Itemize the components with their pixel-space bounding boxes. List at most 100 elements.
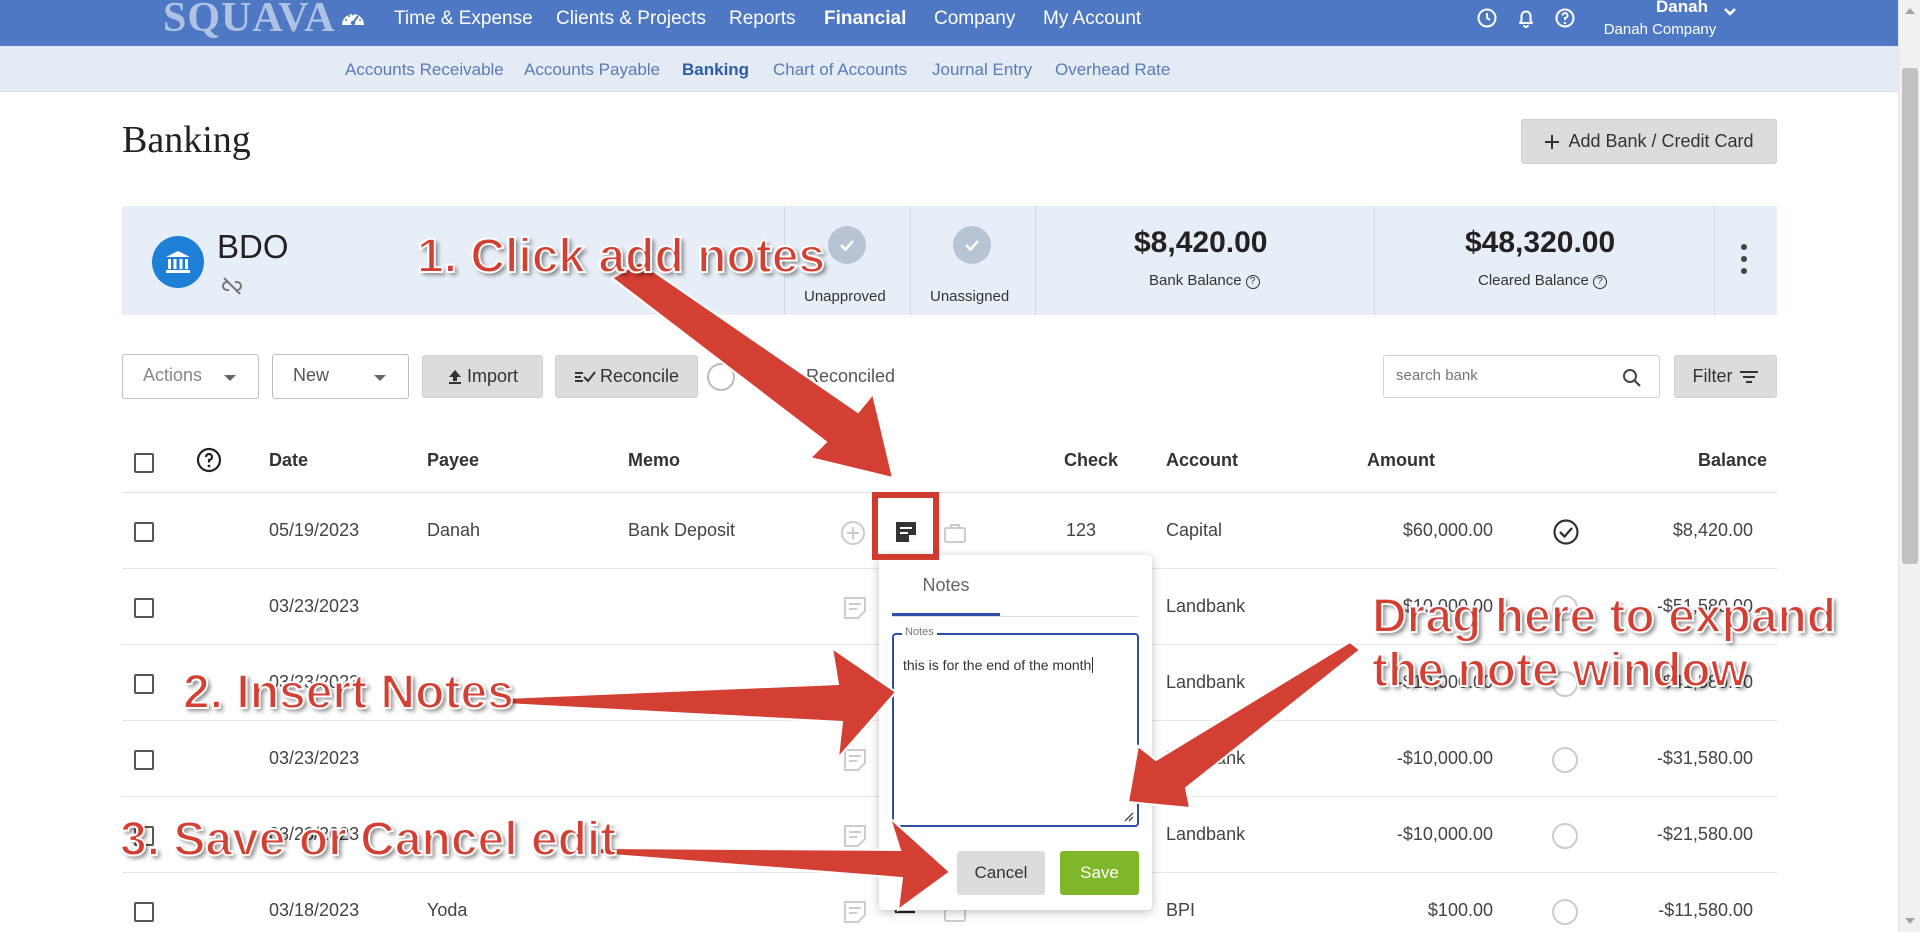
help-icon[interactable]: ? xyxy=(1245,275,1260,289)
help-icon[interactable]: ? xyxy=(1592,275,1607,289)
tab-divider xyxy=(892,616,1139,617)
briefcase-icon[interactable] xyxy=(942,520,968,546)
row-checkbox[interactable] xyxy=(134,902,154,922)
column-header-account[interactable]: Account xyxy=(1166,450,1238,471)
account-name: BDO xyxy=(217,228,289,265)
annotation-step-1: 1. Click add notes xyxy=(416,230,826,283)
page-scrollbar[interactable] xyxy=(1898,0,1920,932)
divider xyxy=(1035,206,1036,315)
subnav-accounts-receivable[interactable]: Accounts Receivable xyxy=(345,60,504,80)
column-header-memo[interactable]: Memo xyxy=(628,450,680,471)
subnav-overhead-rate[interactable]: Overhead Rate xyxy=(1055,60,1170,80)
scroll-thumb[interactable] xyxy=(1902,68,1918,564)
row-account: BPI xyxy=(1166,900,1196,920)
clock-icon[interactable] xyxy=(1476,7,1498,29)
new-dropdown[interactable]: New xyxy=(272,354,409,399)
row-balance: -$11,580.00 xyxy=(1658,900,1753,920)
row-memo: Bank Deposit xyxy=(628,520,736,540)
notes-icon[interactable] xyxy=(842,671,868,697)
actions-dropdown[interactable]: Actions xyxy=(122,354,259,399)
hide-reconciled-label: Hide Reconciled xyxy=(764,366,896,386)
filter-icon xyxy=(1739,370,1758,383)
row-account: Landbank xyxy=(1166,748,1246,768)
nav-reports[interactable]: Reports xyxy=(729,8,796,30)
unlink-icon[interactable] xyxy=(220,274,244,298)
row-date: 03/23/2023 xyxy=(269,748,360,768)
cleared-balance-value: $48,320.00 xyxy=(1465,226,1616,259)
notes-textarea[interactable]: Notes this is for the end of the month xyxy=(892,626,1139,827)
help-icon[interactable] xyxy=(196,447,222,473)
nav-time-expense[interactable]: Time & Expense xyxy=(394,8,533,30)
reconcile-button[interactable]: Reconcile xyxy=(555,355,698,398)
unassigned-label: Unassigned xyxy=(930,288,1010,305)
column-header-balance[interactable]: Balance xyxy=(1698,450,1767,471)
help-icon[interactable] xyxy=(1554,7,1576,29)
cleared-balance-label: Cleared Balance? xyxy=(1478,272,1607,289)
notes-icon[interactable] xyxy=(842,823,868,849)
column-header-check[interactable]: Check xyxy=(1064,450,1118,471)
row-date: 05/19/2023 xyxy=(269,520,360,540)
add-bank-credit-card-button[interactable]: Add Bank / Credit Card xyxy=(1521,119,1777,164)
nav-company[interactable]: Company xyxy=(934,8,1015,30)
notes-tab[interactable]: Notes xyxy=(892,575,1000,596)
caret-down-icon xyxy=(374,375,386,381)
bank-balance-label: Bank Balance? xyxy=(1149,272,1260,289)
select-all-checkbox[interactable] xyxy=(134,453,154,473)
import-button[interactable]: Import xyxy=(422,355,543,398)
dashboard-icon[interactable] xyxy=(340,7,366,29)
column-header-date[interactable]: Date xyxy=(269,450,308,471)
search-icon[interactable] xyxy=(1622,368,1642,388)
import-label: Import xyxy=(466,366,518,386)
search-input[interactable] xyxy=(1394,366,1614,385)
add-notes-highlight xyxy=(872,492,939,560)
unreconciled-circle-icon[interactable] xyxy=(1552,747,1578,773)
row-account: Landbank xyxy=(1166,596,1246,616)
add-circle-icon[interactable] xyxy=(840,520,866,546)
resize-handle-icon[interactable] xyxy=(1122,810,1134,822)
reconcile-label: Reconcile xyxy=(599,366,680,386)
scroll-up-arrow-icon[interactable] xyxy=(1905,8,1915,14)
subnav-journal-entry[interactable]: Journal Entry xyxy=(932,60,1032,80)
row-checkbox[interactable] xyxy=(134,674,154,694)
row-checkbox[interactable] xyxy=(134,522,154,542)
chevron-down-icon[interactable] xyxy=(1722,4,1738,20)
more-options-icon[interactable] xyxy=(1740,242,1748,276)
row-checkbox[interactable] xyxy=(134,750,154,770)
subnav-banking[interactable]: Banking xyxy=(682,60,749,80)
row-date: 03/18/2023 xyxy=(269,900,360,920)
row-amount: $100.00 xyxy=(1427,900,1493,920)
nav-financial[interactable]: Financial xyxy=(824,8,906,30)
filter-button[interactable]: Filter xyxy=(1674,355,1777,398)
bell-icon[interactable] xyxy=(1515,7,1537,29)
unapproved-label: Unapproved xyxy=(804,288,886,305)
annotation-drag-line-1: Drag here to expand xyxy=(1371,590,1837,643)
subnav-chart-of-accounts[interactable]: Chart of Accounts xyxy=(773,60,907,80)
subnav-accounts-payable[interactable]: Accounts Payable xyxy=(524,60,660,80)
notes-field-label: Notes xyxy=(902,626,937,638)
search-bank-box[interactable] xyxy=(1383,355,1660,398)
row-checkbox[interactable] xyxy=(134,598,154,618)
column-header-payee[interactable]: Payee xyxy=(427,450,479,471)
column-header-amount[interactable]: Amount xyxy=(1367,450,1435,471)
app-logo[interactable]: SQUAVA xyxy=(163,0,336,42)
cancel-button[interactable]: Cancel xyxy=(957,851,1045,895)
notes-icon[interactable] xyxy=(842,899,868,925)
row-check: 123 xyxy=(1066,520,1097,540)
annotation-drag-line-2: the note window xyxy=(1371,644,1749,697)
page-title: Banking xyxy=(122,119,251,161)
scroll-down-arrow-icon[interactable] xyxy=(1905,918,1915,924)
notes-icon[interactable] xyxy=(842,747,868,773)
nav-clients-projects[interactable]: Clients & Projects xyxy=(556,8,706,30)
save-button[interactable]: Save xyxy=(1060,851,1139,895)
reconciled-check-icon[interactable] xyxy=(1552,518,1580,546)
unreconciled-circle-icon[interactable] xyxy=(1552,899,1578,925)
nav-my-account[interactable]: My Account xyxy=(1043,8,1141,30)
unreconciled-circle-icon[interactable] xyxy=(1552,823,1578,849)
unassigned-status[interactable]: Unassigned xyxy=(910,206,1035,315)
user-name[interactable]: Danah xyxy=(1632,0,1732,17)
user-company[interactable]: Danah Company xyxy=(1600,21,1720,38)
hide-reconciled-toggle[interactable] xyxy=(707,363,735,391)
notes-icon[interactable] xyxy=(842,595,868,621)
plus-icon xyxy=(1545,134,1560,149)
row-amount: -$10,000.00 xyxy=(1396,824,1493,844)
